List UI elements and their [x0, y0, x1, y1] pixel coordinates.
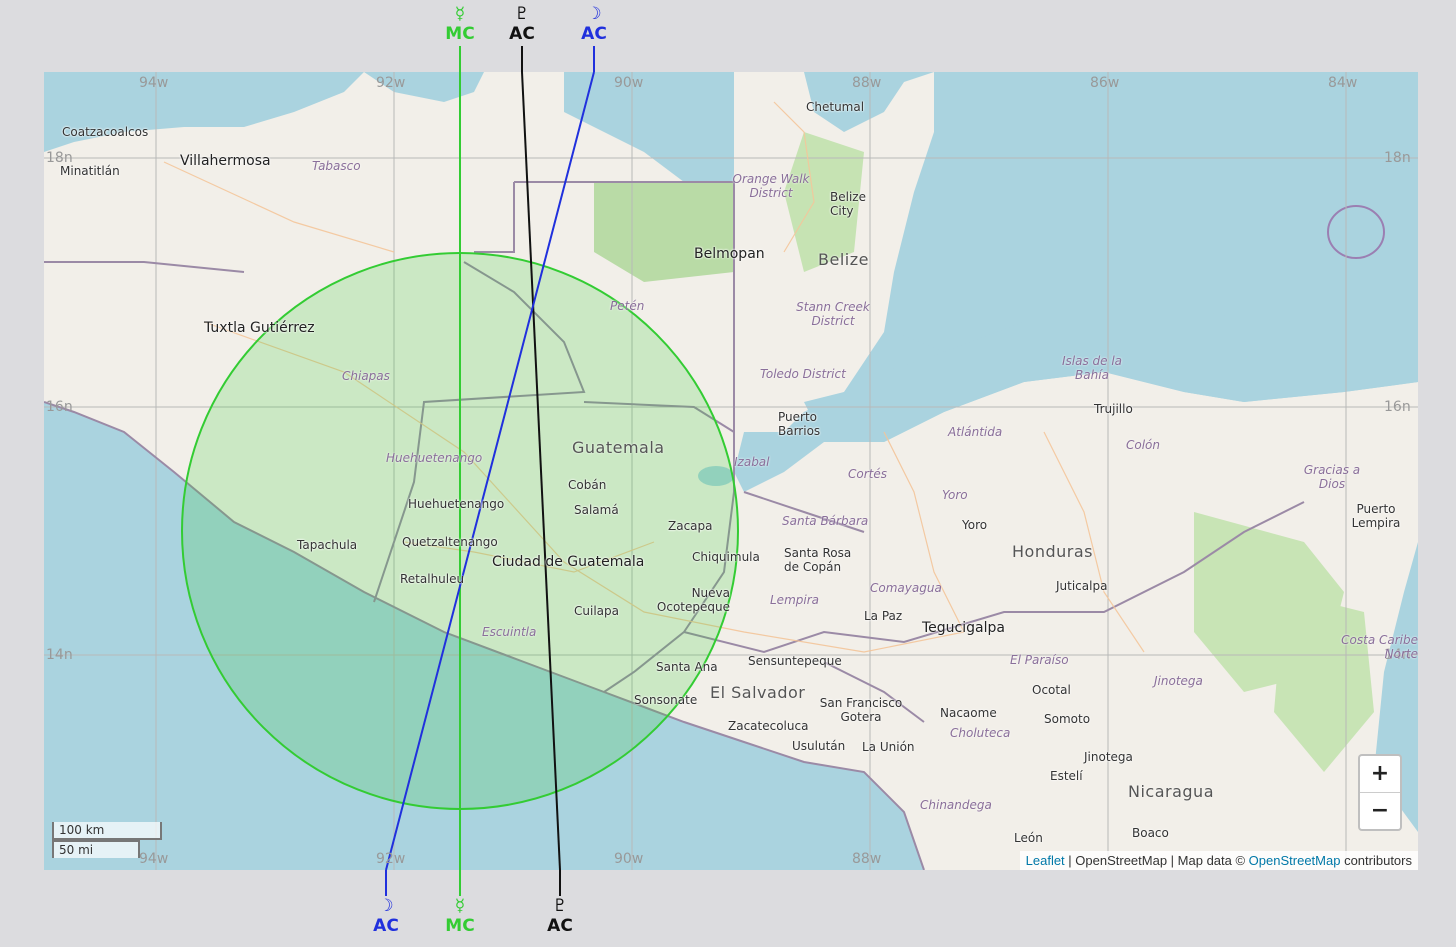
city-label: Sonsonate [634, 693, 698, 707]
city-label: Yoro [962, 518, 988, 532]
lon-label: 94w [139, 75, 169, 91]
region-label: Toledo District [760, 367, 846, 381]
city-label: Minatitlán [60, 164, 120, 178]
city-label: Cuilapa [574, 604, 619, 618]
moon-glyph-top: ☽ AC [581, 4, 607, 44]
region-label: Colón [1126, 438, 1161, 452]
lon-label: 90w [614, 851, 644, 867]
scale-km: 100 km [52, 822, 162, 840]
country-label: El Salvador [710, 683, 806, 702]
city-label: Tegucigalpa [922, 620, 1005, 636]
city-label: Tuxtla Gutiérrez [204, 320, 315, 336]
city-label: Cobán [568, 478, 607, 492]
lon-label: 84w [1328, 75, 1358, 91]
region-label: Chiapas [342, 369, 390, 383]
region-label: Escuintla [482, 625, 537, 639]
city-label: Ocotal [1032, 683, 1071, 697]
lon-label: 88w [852, 851, 882, 867]
pluto-glyph-top: ♇ AC [509, 4, 535, 44]
city-label: Chetumal [806, 100, 865, 114]
country-label: Belize [818, 250, 869, 269]
city-label: Boaco [1132, 826, 1169, 840]
region-label: Petén [610, 299, 645, 313]
city-label: Nacaome [940, 706, 997, 720]
city-label: Coatzacoalcos [62, 125, 149, 139]
city-label: Usulután [792, 739, 846, 753]
lon-label: 92w [376, 75, 406, 91]
city-label: Jinotega [1084, 750, 1133, 764]
city-label: Trujillo [1094, 402, 1133, 416]
lat-label: 16n [1384, 399, 1411, 415]
map-view[interactable]: 94w 92w 90w 88w 86w 84w 94w 92w 90w 88w … [44, 72, 1418, 870]
lon-label: 90w [614, 75, 644, 91]
region-label: Chinandega [920, 798, 992, 812]
city-label: Quetzaltenango [402, 535, 498, 549]
city-label: Zacapa [668, 519, 713, 533]
region-label: Orange Walk District [732, 172, 810, 200]
city-label: San Francisco Gotera [819, 696, 903, 724]
city-label: Huehuetenango [408, 497, 505, 511]
city-label: Estelí [1050, 769, 1083, 783]
lon-label: 92w [376, 851, 406, 867]
country-label: Honduras [1012, 542, 1093, 561]
scale-bar: 100 km 50 mi [52, 822, 162, 858]
country-label: Nicaragua [1128, 782, 1214, 801]
lat-label: 14n [46, 647, 73, 663]
pluto-glyph-bottom: ♇ AC [547, 896, 573, 936]
region-label: Izabal [734, 455, 770, 469]
city-label: Retalhuleu [400, 572, 465, 586]
lon-label: 86w [1090, 75, 1120, 91]
city-label: Juticalpa [1056, 579, 1108, 593]
city-label: Salamá [574, 503, 619, 517]
city-label: La Unión [862, 740, 915, 754]
attribution-tail: contributors [1340, 853, 1412, 868]
leaflet-link[interactable]: Leaflet [1026, 853, 1065, 868]
city-label: Chiquimula [692, 550, 760, 564]
lat-label: 16n [46, 399, 73, 415]
region-label: Yoro [942, 488, 968, 502]
region-label: El Paraíso [1010, 653, 1069, 667]
city-label: Puerto Barrios [778, 410, 821, 438]
region-label: Cortés [848, 467, 887, 481]
region-label: Choluteca [950, 726, 1011, 740]
region-label: Atlántida [948, 425, 1003, 439]
country-label: Guatemala [572, 438, 665, 457]
region-label: Huehuetenango [386, 451, 483, 465]
region-label: Comayagua [870, 581, 942, 595]
city-label: Belize City [830, 190, 866, 218]
city-label: Somoto [1044, 712, 1091, 726]
scale-mi: 50 mi [52, 840, 140, 858]
region-label: Costa Caribe Norte [1341, 633, 1418, 661]
region-label: Santa Bárbara [782, 514, 869, 528]
attribution: Leaflet | OpenStreetMap | Map data © Ope… [1019, 851, 1418, 870]
city-label: León [1014, 831, 1043, 845]
lon-label: 88w [852, 75, 882, 91]
lat-label: 18n [1384, 150, 1411, 166]
city-label: La Paz [864, 609, 903, 623]
city-label: Sensuntepeque [748, 654, 842, 668]
city-label: Villahermosa [180, 153, 271, 169]
region-label: Lempira [770, 593, 819, 607]
city-label: Nueva Ocotepeque [656, 586, 730, 614]
region-label: Stann Creek District [796, 300, 870, 328]
city-label: Zacatecoluca [728, 719, 809, 733]
zoom-control: + − [1358, 754, 1402, 831]
mercury-glyph-bottom: ☿ MC [445, 896, 475, 936]
osm-link[interactable]: OpenStreetMap [1249, 853, 1341, 868]
mercury-glyph-top: ☿ MC [445, 4, 475, 44]
zoom-out-button[interactable]: − [1360, 793, 1400, 829]
city-label: Ciudad de Guatemala [492, 554, 645, 570]
attribution-text: | OpenStreetMap | Map data © [1064, 853, 1249, 868]
zoom-in-button[interactable]: + [1360, 756, 1400, 793]
region-label: Tabasco [312, 159, 361, 173]
region-label: Jinotega [1154, 674, 1203, 688]
city-label: Belmopan [694, 246, 765, 262]
city-label: Tapachula [297, 538, 358, 552]
region-label: Gracias a Dios [1303, 463, 1361, 491]
city-label: Santa Rosa de Copán [784, 546, 852, 574]
region-label: Islas de la Bahía [1061, 354, 1123, 382]
city-label: Puerto Lempira [1351, 502, 1401, 530]
moon-glyph-bottom: ☽ AC [373, 896, 399, 936]
city-label: Santa Ana [656, 660, 718, 674]
